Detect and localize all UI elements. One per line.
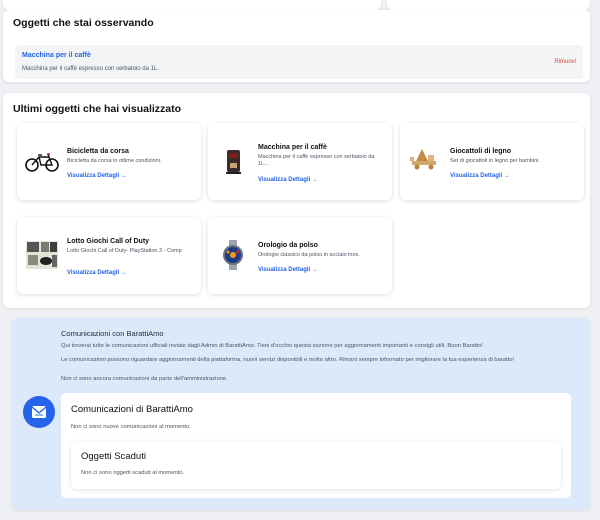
recent-heading: Ultimi oggetti che hai visualizzato [13, 103, 182, 115]
item-title: Orologio da polso [258, 242, 318, 249]
communications-empty-notice: Non ci sono ancora comunicazioni da part… [61, 376, 228, 382]
expired-items-box: Oggetti Scaduti Non ci sono oggetti scad… [71, 441, 561, 489]
wristwatch-icon [223, 240, 243, 270]
item-title: Macchina per il caffè [258, 144, 327, 151]
item-description: Set di giocattoli in legno per bambini. [450, 158, 540, 164]
item-title: Bicicletta da corsa [67, 148, 129, 155]
item-card[interactable]: Orologio da polso Orologio classico da p… [208, 217, 392, 294]
item-card[interactable]: Giocattoli di legno Set di giocattoli in… [400, 123, 584, 200]
communications-box-title: Comunicazioni di BarattiAmo [71, 404, 193, 415]
communications-info: Le comunicazioni possono riguardare aggi… [61, 357, 515, 363]
view-details-link[interactable]: Visualizza Dettagli → [258, 177, 318, 183]
item-description: Bicicletta da corsa in ottime condizioni… [67, 158, 162, 164]
game-bundle-icon [26, 241, 58, 269]
item-card[interactable]: Macchina per il caffè Macchina per il ca… [208, 123, 392, 200]
top-card-stub [387, 0, 590, 10]
item-description: Lotto Giochi Call of Duty- PlayStation 3… [67, 248, 182, 254]
view-details-link[interactable]: Visualizza Dettagli → [67, 270, 127, 276]
watched-item-title[interactable]: Macchina per il caffè [22, 52, 91, 59]
item-description: Macchina per il caffè espresso con serba… [258, 154, 375, 167]
view-details-link[interactable]: Visualizza Dettagli → [450, 173, 510, 179]
view-details-link[interactable]: Visualizza Dettagli → [67, 173, 127, 179]
watched-item-description: Macchina per il caffè espresso con serba… [22, 66, 159, 72]
recent-section: Ultimi oggetti che hai visualizzato Bici… [3, 93, 590, 308]
item-title: Giocattoli di legno [450, 148, 512, 155]
mail-icon [23, 396, 55, 428]
watching-heading: Oggetti che stai osservando [13, 17, 154, 29]
wooden-toys-icon [410, 149, 436, 170]
communications-box-text: Non ci sono nuove comunicazioni al momen… [71, 424, 191, 430]
item-title: Lotto Giochi Call of Duty [67, 238, 150, 245]
bicycle-icon [25, 153, 59, 172]
expired-items-text: Non ci sono oggetti scaduti al momento. [81, 470, 185, 476]
expired-items-title: Oggetti Scaduti [81, 451, 146, 462]
communications-title: Comunicazioni con BarattiAmo [61, 329, 164, 338]
communications-box: Comunicazioni di BarattiAmo Non ci sono … [61, 393, 571, 498]
communications-section: Comunicazioni con BarattiAmo Qui trovera… [12, 318, 590, 510]
remove-button[interactable]: Rimuovi [554, 59, 576, 65]
communications-intro: Qui troverai tutte le comunicazioni uffi… [61, 343, 483, 349]
item-card[interactable]: Bicicletta da corsa Bicicletta da corsa … [17, 123, 201, 200]
view-details-link[interactable]: Visualizza Dettagli → [258, 267, 318, 273]
item-card[interactable]: Lotto Giochi Call of Duty Lotto Giochi C… [17, 217, 201, 294]
coffee-machine-icon [226, 150, 241, 174]
watching-section: Oggetti che stai osservando Macchina per… [3, 10, 590, 82]
item-description: Orologio classico da polso in acciaio in… [258, 252, 360, 258]
top-card-stub [3, 0, 381, 10]
watched-item: Macchina per il caffè Macchina per il ca… [15, 45, 583, 79]
